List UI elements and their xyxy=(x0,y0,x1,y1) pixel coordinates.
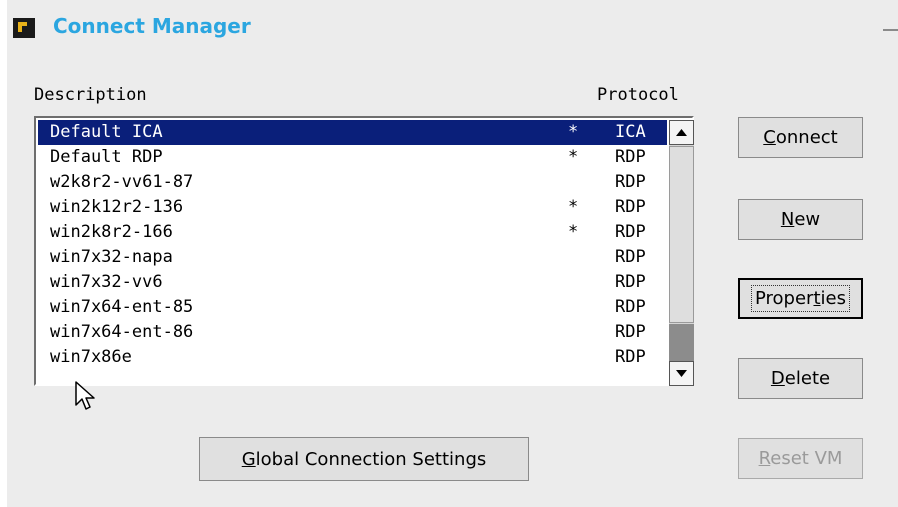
arrow-down-icon xyxy=(676,370,687,377)
global-connection-settings-button[interactable]: Global Connection Settings xyxy=(199,437,529,481)
connection-description: win7x64-ent-86 xyxy=(50,322,194,342)
connection-protocol: RDP xyxy=(615,222,646,242)
mouse-cursor-icon xyxy=(75,381,95,410)
list-item[interactable]: win7x86e RDP xyxy=(38,345,667,370)
connection-description: w2k8r2-vv61-87 xyxy=(50,172,194,192)
connection-description: win7x32-napa xyxy=(50,247,173,267)
minimize-icon[interactable] xyxy=(883,29,898,31)
list-item[interactable]: win7x32-napa RDP xyxy=(38,245,667,270)
connection-protocol: RDP xyxy=(615,247,646,267)
properties-button[interactable]: Properties xyxy=(738,278,863,319)
list-item[interactable]: win7x64-ent-85 RDP xyxy=(38,295,667,320)
window-title: Connect Manager xyxy=(53,14,251,38)
connection-protocol: RDP xyxy=(615,297,646,317)
list-item[interactable]: w2k8r2-vv61-87 RDP xyxy=(38,170,667,195)
autostart-marker: * xyxy=(568,222,579,242)
connect-manager-window: Connect Manager Description Protocol Def… xyxy=(7,0,898,507)
delete-button[interactable]: Delete xyxy=(738,358,863,399)
connect-button[interactable]: Connect xyxy=(738,117,863,158)
autostart-marker: * xyxy=(568,147,579,167)
connection-description: win7x64-ent-85 xyxy=(50,297,194,317)
connection-description: win2k8r2-166 xyxy=(50,222,173,242)
connection-description: win7x32-vv6 xyxy=(50,272,163,292)
description-column-header: Description xyxy=(34,85,147,105)
autostart-marker: * xyxy=(568,122,579,142)
list-item[interactable]: win7x32-vv6 RDP xyxy=(38,270,667,295)
connection-list-rows: Default ICA * ICA Default RDP * RDP w2k8r2-vv6… xyxy=(38,120,667,386)
list-item[interactable]: win2k8r2-166 * RDP xyxy=(38,220,667,245)
connection-protocol: RDP xyxy=(615,197,646,217)
connection-protocol: RDP xyxy=(615,172,646,192)
connection-protocol: RDP xyxy=(615,147,646,167)
list-item[interactable]: win7x64-ent-86 RDP xyxy=(38,320,667,345)
scroll-trough[interactable] xyxy=(669,324,694,361)
list-item[interactable]: Default ICA * ICA xyxy=(38,120,667,145)
connection-protocol: RDP xyxy=(615,272,646,292)
connection-protocol: ICA xyxy=(615,122,646,142)
autostart-marker: * xyxy=(568,197,579,217)
connection-protocol: RDP xyxy=(615,347,646,367)
connection-list[interactable]: Default ICA * ICA Default RDP * RDP w2k8r2-vv6… xyxy=(34,116,694,386)
connection-description: Default ICA xyxy=(50,122,163,142)
arrow-up-icon xyxy=(676,129,687,136)
scroll-down-button[interactable] xyxy=(669,361,694,386)
vertical-scrollbar[interactable] xyxy=(669,120,694,386)
new-button[interactable]: New xyxy=(738,199,863,240)
protocol-column-header: Protocol xyxy=(597,85,679,105)
citrix-connect-icon xyxy=(13,18,35,38)
connection-description: Default RDP xyxy=(50,147,163,167)
connection-description: win7x86e xyxy=(50,347,132,367)
list-item[interactable]: win2k12r2-136 * RDP xyxy=(38,195,667,220)
scroll-up-button[interactable] xyxy=(669,120,694,145)
connection-description: win2k12r2-136 xyxy=(50,197,184,217)
title-bar: Connect Manager xyxy=(7,0,898,60)
scroll-thumb[interactable] xyxy=(669,146,694,323)
reset-vm-button: Reset VM xyxy=(738,438,863,479)
connection-protocol: RDP xyxy=(615,322,646,342)
list-item[interactable]: Default RDP * RDP xyxy=(38,145,667,170)
